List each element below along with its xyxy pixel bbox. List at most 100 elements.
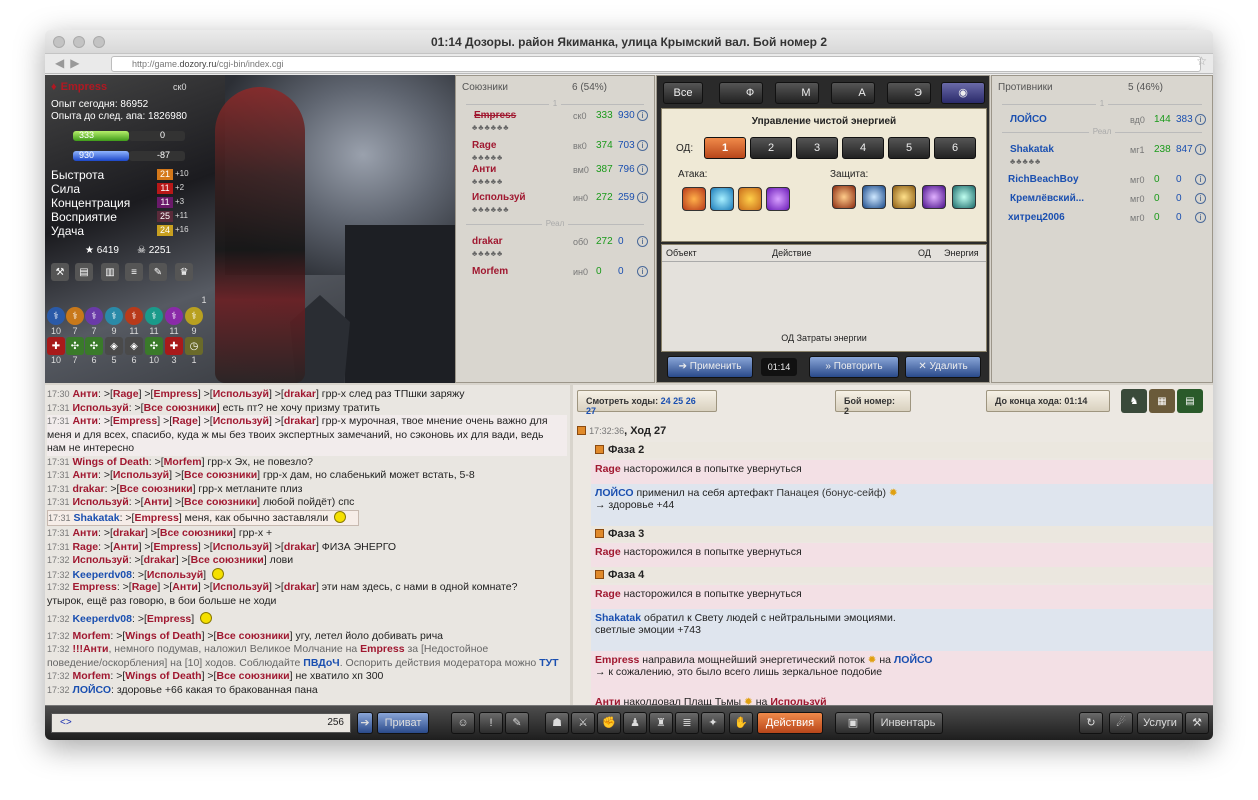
actor-name[interactable]: Empress (595, 654, 639, 666)
inventory-button[interactable]: Инвентарь (873, 712, 943, 734)
actor-name[interactable]: Rage (595, 546, 621, 558)
sword-icon[interactable]: ⚔ (571, 712, 595, 734)
tab-artifact[interactable]: А (831, 82, 875, 104)
info-icon[interactable]: i (1195, 114, 1206, 125)
move-link[interactable]: 24 (661, 396, 671, 406)
ally-row[interactable]: Используй ин0 272 259 i ♣♣♣♣♣♣ (460, 192, 650, 216)
dark-shield-icon[interactable] (922, 185, 946, 209)
enemy-row[interactable]: хитрец2006 мг0 0 0 i (996, 212, 1208, 228)
ally-row[interactable]: Morfem ин0 0 0 i (460, 266, 650, 282)
od-button-6[interactable]: 6 (934, 137, 976, 159)
od-button-4[interactable]: 4 (842, 137, 884, 159)
phase-4-header[interactable]: Фаза 4 (591, 567, 1213, 583)
phase-3-header[interactable]: Фаза 3 (591, 526, 1213, 542)
fire-attack-icon[interactable] (682, 187, 706, 211)
chat-input[interactable]: <> 256 (51, 713, 351, 733)
ally-row[interactable]: Empress ск0 333 930 i ♣♣♣♣♣♣ (460, 110, 650, 134)
hand-icon[interactable]: ✋ (729, 712, 753, 734)
tools-icon[interactable]: ⚒ (1185, 712, 1209, 734)
hammer-icon[interactable]: ⚒ (51, 263, 69, 281)
collapse-icon[interactable] (577, 426, 586, 435)
actor-name[interactable]: Shakatak (595, 612, 641, 624)
actions-button[interactable]: Действия (757, 712, 823, 734)
team-icon[interactable]: ♜ (649, 712, 673, 734)
enemy-row[interactable]: Shakatak мг1 238 847 i ♣♣♣♣♣ (996, 144, 1208, 168)
forward-icon[interactable]: ▶ (70, 56, 85, 70)
info-icon[interactable]: i (637, 110, 648, 121)
refresh-icon[interactable]: ↻ (1079, 712, 1103, 734)
alert-icon[interactable]: ! (479, 712, 503, 734)
cards-icon[interactable]: ▤ (75, 263, 93, 281)
ally-row[interactable]: drakar об0 272 0 i ♣♣♣♣♣ (460, 236, 650, 260)
artifact-name[interactable]: Панацея (бонус-сейф) (776, 487, 885, 499)
services-button[interactable]: Услуги (1137, 712, 1183, 734)
light-shield-icon[interactable] (892, 185, 916, 209)
fight-icon[interactable]: ✊ (597, 712, 621, 734)
tab-physical[interactable]: Ф (719, 82, 763, 104)
od-button-5[interactable]: 5 (888, 137, 930, 159)
tab-special[interactable]: ◉ (941, 82, 985, 104)
tab-energy[interactable]: Э (887, 82, 931, 104)
info-icon[interactable]: i (637, 192, 648, 203)
target-name[interactable]: ЛОЙСО (894, 654, 933, 666)
scroll-icon[interactable]: ≡ (125, 263, 143, 281)
knight-icon[interactable]: ♞ (1121, 389, 1147, 413)
trophy-icon[interactable]: ♛ (175, 263, 193, 281)
repeat-button[interactable]: » Повторить (809, 356, 899, 378)
run-icon[interactable]: ☄ (1109, 712, 1133, 734)
info-icon[interactable]: i (637, 140, 648, 151)
info-icon[interactable]: i (1195, 174, 1206, 185)
move-link[interactable]: 27 (586, 406, 596, 416)
ice-attack-icon[interactable] (710, 187, 734, 211)
back-icon[interactable]: ◀ (55, 56, 70, 70)
ally-row[interactable]: Анти вм0 387 796 i ♣♣♣♣♣ (460, 164, 650, 188)
map-icon[interactable]: ▦ (1149, 389, 1175, 413)
smile-icon[interactable]: ☺ (451, 712, 475, 734)
address-bar[interactable]: http://game.dozory.ru/cgi-bin/index.cgi (111, 56, 1201, 72)
trash-icon[interactable]: ▥ (101, 263, 119, 281)
move-link[interactable]: 26 (686, 396, 696, 406)
ally-row[interactable]: Rage вк0 374 703 i ♣♣♣♣♣ (460, 140, 650, 164)
info-icon[interactable]: i (1195, 193, 1206, 204)
magic-icon[interactable]: ✦ (701, 712, 725, 734)
actor-name[interactable]: Rage (595, 463, 621, 475)
enemy-row[interactable]: Кремлёвский... мг0 0 0 i (996, 193, 1208, 209)
move-link[interactable]: 25 (673, 396, 683, 406)
private-button[interactable]: Приват (377, 712, 429, 734)
info-icon[interactable]: i (1195, 144, 1206, 155)
enemy-row[interactable]: RichBeachBoy мг0 0 0 i (996, 174, 1208, 190)
mind-shield-icon[interactable] (952, 185, 976, 209)
apply-button[interactable]: ➔ Применить (667, 356, 753, 378)
info-icon[interactable]: i (1195, 212, 1206, 223)
walk-icon[interactable]: ☗ (545, 712, 569, 734)
actor-name[interactable]: Rage (595, 588, 621, 600)
light-attack-icon[interactable] (738, 187, 762, 211)
phase-2-header[interactable]: Фаза 2 (591, 442, 1213, 458)
tab-all[interactable]: Все (663, 82, 703, 104)
target-name[interactable]: Используй (770, 696, 826, 705)
actor-name[interactable]: ЛОЙСО (595, 487, 634, 499)
group-icon[interactable]: ♟ (623, 712, 647, 734)
info-icon[interactable]: i (637, 266, 648, 277)
send-arrow-icon[interactable]: ➔ (357, 712, 373, 734)
od-button-1[interactable]: 1 (704, 137, 746, 159)
ice-shield-icon[interactable] (862, 185, 886, 209)
wrench-icon[interactable]: ✎ (149, 263, 167, 281)
od-button-3[interactable]: 3 (796, 137, 838, 159)
fire-shield-icon[interactable] (832, 185, 856, 209)
hero-name[interactable]: ♦ Empress (51, 81, 107, 93)
delete-button[interactable]: ✕ Удалить (905, 356, 981, 378)
dark-attack-icon[interactable] (766, 187, 790, 211)
backpack-icon[interactable]: ▣ (835, 712, 871, 734)
enemies-mini-icons: ♣♣♣♣♣ (1010, 157, 1042, 166)
actor-name[interactable]: Анти (595, 696, 621, 705)
info-icon[interactable]: i (637, 236, 648, 247)
stack-icon[interactable]: ≣ (675, 712, 699, 734)
tab-magic[interactable]: М (775, 82, 819, 104)
od-button-2[interactable]: 2 (750, 137, 792, 159)
ally-rank: ин0 (573, 193, 589, 203)
bookmark-star-icon[interactable]: ☆ (1196, 54, 1207, 68)
info-icon[interactable]: i (637, 164, 648, 175)
layers-icon[interactable]: ▤ (1177, 389, 1203, 413)
edit-icon[interactable]: ✎ (505, 712, 529, 734)
